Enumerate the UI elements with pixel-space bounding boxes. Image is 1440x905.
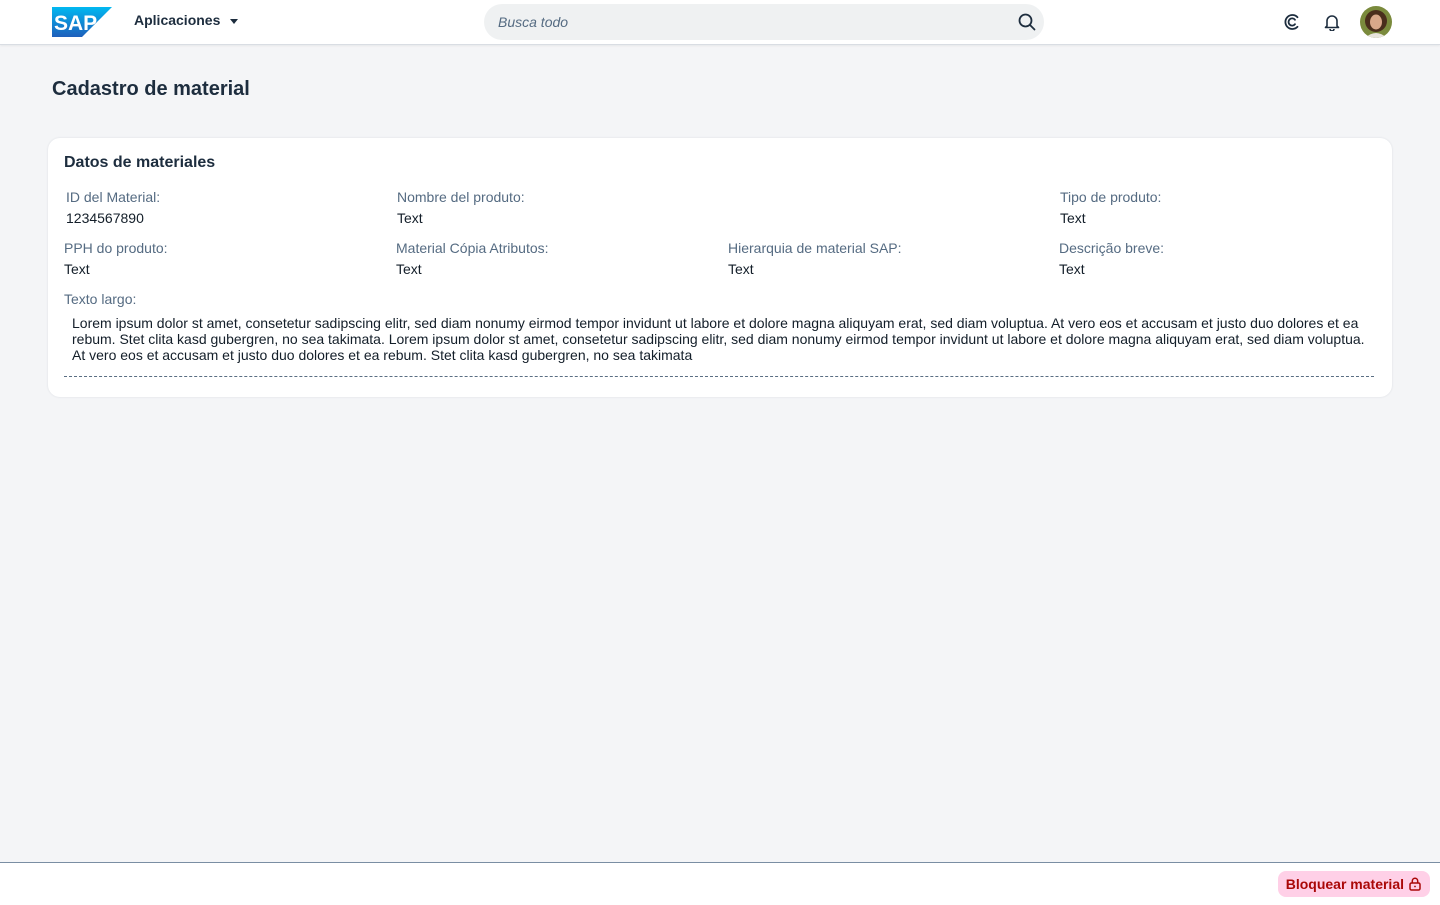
notifications-button[interactable] <box>1316 6 1348 38</box>
joule-button[interactable] <box>1276 6 1308 38</box>
user-avatar-image <box>1360 6 1392 38</box>
field-material-id: ID del Material: 1234567890 <box>66 188 160 227</box>
field-copy-attributes: Material Cópia Atributos: Text <box>396 239 549 278</box>
field-value: Text <box>1059 261 1085 277</box>
field-short-description: Descrição breve: Text <box>1059 239 1164 278</box>
field-product-pph: PPH do produto: Text <box>64 239 168 278</box>
chevron-down-icon <box>230 18 239 24</box>
search-input[interactable] <box>498 4 998 40</box>
lock-material-label: Bloquear material <box>1285 876 1404 892</box>
lock-material-button[interactable]: Bloquear material <box>1277 871 1430 897</box>
field-value: Text <box>396 261 422 277</box>
card-title: Datos de materiales <box>64 154 216 171</box>
field-label: Nombre del produto: <box>397 189 525 205</box>
field-long-text: Texto largo: <box>64 290 136 308</box>
shell-actions <box>1268 6 1392 38</box>
field-label: Tipo de produto: <box>1060 189 1162 205</box>
field-value: Text <box>397 210 423 226</box>
lock-icon <box>1409 877 1421 891</box>
field-label: Material Cópia Atributos: <box>396 240 549 256</box>
joule-icon <box>1284 14 1299 30</box>
field-product-name: Nombre del produto: Text <box>397 188 525 227</box>
search-icon[interactable] <box>1018 13 1036 31</box>
long-text-value: Lorem ipsum dolor st amet, consetetur sa… <box>72 315 1365 363</box>
sap-logo[interactable]: SAP <box>52 7 112 37</box>
material-data-card: Datos de materiales ID del Material: 123… <box>48 138 1392 397</box>
field-sap-hierarchy: Hierarquia de material SAP: Text <box>728 239 902 278</box>
divider <box>64 376 1374 377</box>
sap-logo-text: SAP <box>54 12 97 35</box>
footer-toolbar: Bloquear material <box>0 862 1440 905</box>
field-value: Text <box>64 261 90 277</box>
field-product-type: Tipo de produto: Text <box>1060 188 1161 227</box>
shell-bar: SAP Aplicaciones <box>0 0 1440 45</box>
search-field[interactable] <box>484 4 1044 40</box>
field-value: 1234567890 <box>66 210 144 226</box>
field-label: PPH do produto: <box>64 240 168 256</box>
field-value: Text <box>1060 210 1086 226</box>
apps-menu-button[interactable]: Aplicaciones <box>134 12 239 28</box>
field-value: Text <box>728 261 754 277</box>
field-label: Hierarquia de material SAP: <box>728 240 902 256</box>
field-label: Texto largo: <box>64 291 137 307</box>
avatar[interactable] <box>1360 6 1392 38</box>
bell-icon <box>1324 15 1340 31</box>
field-label: ID del Material: <box>66 189 161 205</box>
field-label: Descrição breve: <box>1059 240 1165 256</box>
apps-menu-label: Aplicaciones <box>134 12 221 28</box>
page-title: Cadastro de material <box>52 78 250 100</box>
